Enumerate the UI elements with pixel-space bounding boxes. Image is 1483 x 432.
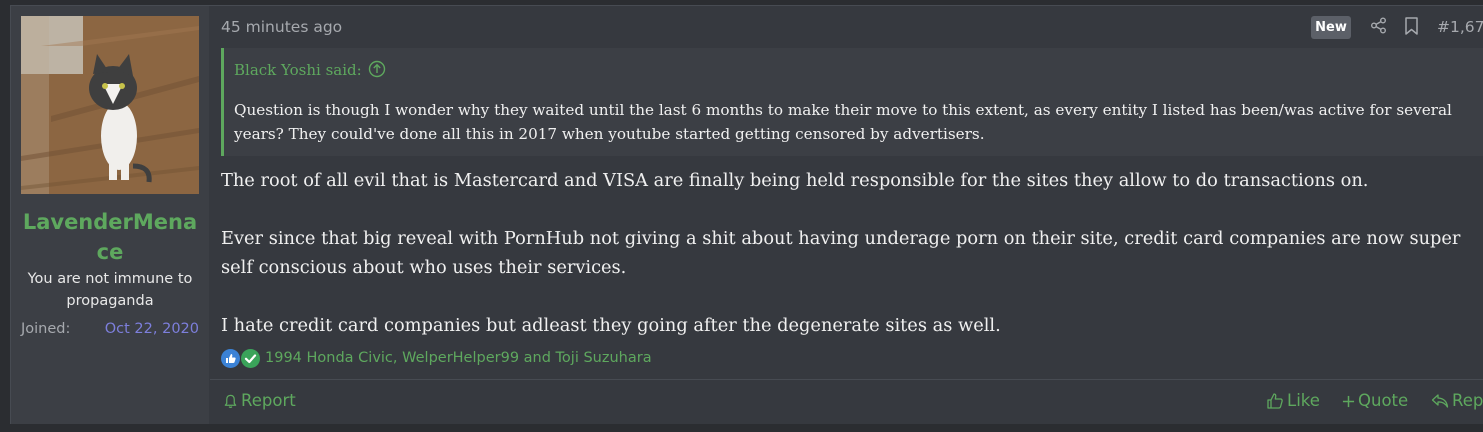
reply-arrow-icon [1431,394,1449,408]
share-icon[interactable] [1370,17,1387,34]
quote-author-link[interactable]: Black Yoshi said: [234,59,386,81]
quoted-post: Black Yoshi said: Question is though I w… [221,48,1483,156]
bookmark-icon[interactable] [1404,17,1419,35]
post-timestamp[interactable]: 45 minutes ago [221,17,342,37]
post-container: LavenderMenace You are not immune to pro… [10,5,1483,424]
agree-reaction-icon [241,348,260,368]
like-button[interactable]: Like [1266,390,1320,412]
plus-icon [1342,395,1355,407]
post-footer: Report Like Quote Reply [210,379,1483,425]
user-title: You are not immune to propaganda [27,271,193,309]
reply-label: Reply [1452,391,1483,410]
like-label: Like [1287,391,1320,410]
joined-date: Oct 22, 2020 [104,321,199,337]
user-avatar[interactable] [21,16,199,194]
post-number[interactable]: #1,673 [1437,17,1483,37]
quote-label: Quote [1358,391,1409,410]
quote-author: Black Yoshi said: [234,61,362,79]
message-paragraph: I hate credit card companies but adleast… [221,315,1001,336]
like-reaction-icon [221,348,240,368]
reactions-bar: 1994 Honda Civic, WelperHelper99 and Toj… [221,346,652,370]
jump-to-quote-icon [368,60,385,78]
joined-label: Joined: [21,321,71,337]
reaction-users[interactable]: 1994 Honda Civic, WelperHelper99 and Toj… [265,346,652,370]
quote-text: Question is though I wonder why they wai… [234,101,1452,143]
report-button[interactable]: Report [223,390,296,412]
message-paragraph: The root of all evil that is Mastercard … [221,170,1369,191]
thumbs-up-icon [1267,393,1283,409]
reply-button[interactable]: Reply [1431,390,1483,412]
bell-icon [224,394,237,408]
report-label: Report [241,391,296,410]
username[interactable]: LavenderMenace [17,207,203,267]
post-message: The root of all evil that is Mastercard … [221,166,1483,340]
user-info-panel: LavenderMenace You are not immune to pro… [11,6,209,424]
new-badge: New [1311,16,1351,39]
quote-button[interactable]: Quote [1342,390,1408,412]
message-paragraph: Ever since that big reveal with PornHub … [221,228,1461,278]
